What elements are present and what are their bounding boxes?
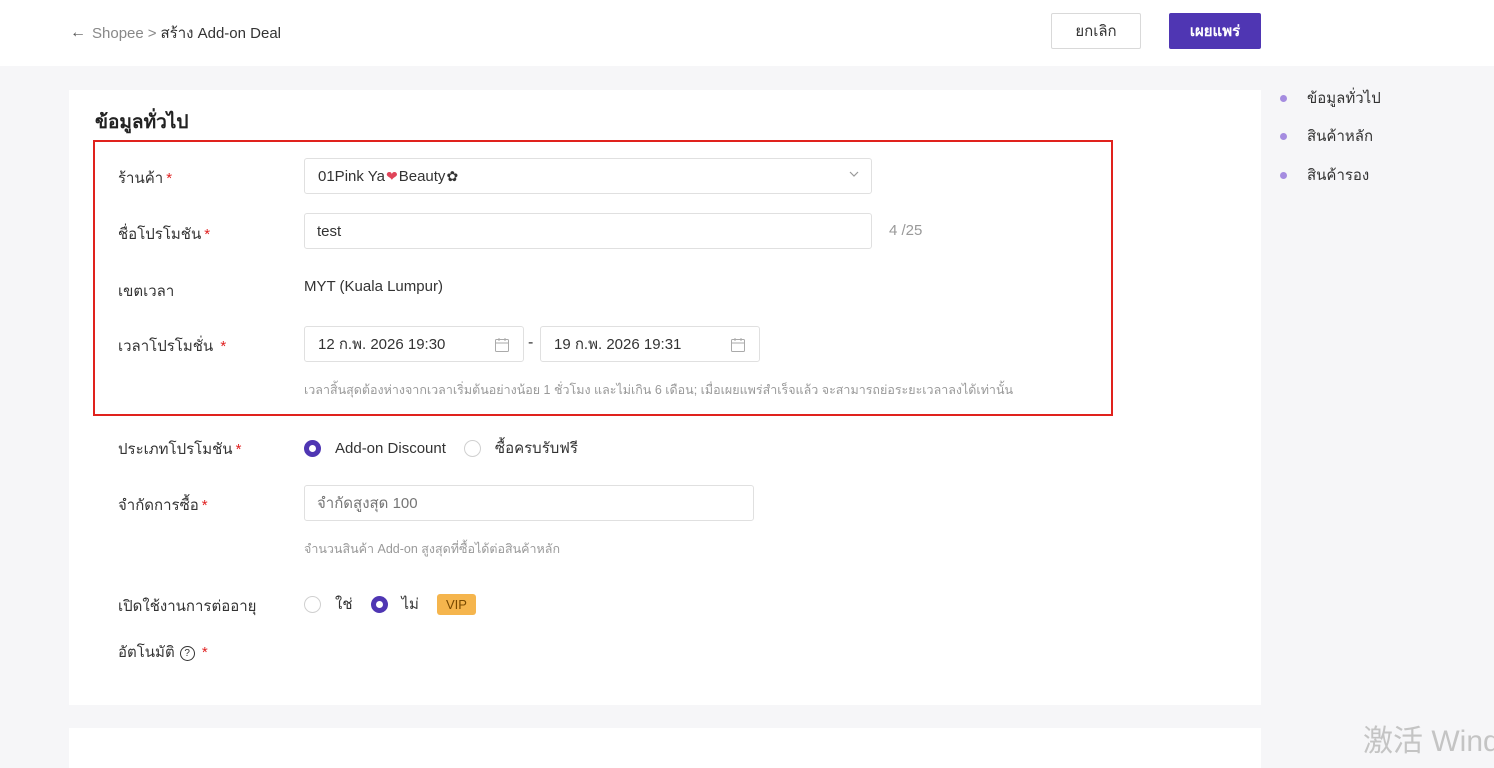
end-date-input[interactable]: 19 ก.พ. 2026 19:31 [540,326,760,362]
back-arrow-icon[interactable]: ← [70,24,86,42]
radio-label-no[interactable]: ไม่ [402,592,419,616]
shop-select-value-prefix: 01Pink Ya [318,167,385,185]
nav-dot-icon [1280,94,1287,102]
side-nav-item-general-info[interactable]: ข้อมูลทั่วไป [1280,86,1381,110]
promo-time-label: เวลาโปรโมชั่น * [118,338,227,355]
vip-badge: VIP [436,593,476,615]
radio-buy-get-free[interactable] [463,439,481,457]
shop-select[interactable]: 01Pink Ya ❤ Beauty ✿ [304,158,872,194]
radio-add-on-discount[interactable] [304,439,321,457]
promo-type-radio-group: Add-on Discount ซื้อครบรับฟรี [304,436,596,460]
required-mark: * [235,441,242,458]
radio-yes[interactable] [304,595,321,613]
breadcrumb: ← Shopee > สร้าง Add-on Deal [70,21,281,45]
start-date-value: 12 ก.พ. 2026 19:30 [318,336,446,353]
purchase-limit-hint: จำนวนสินค้า Add-on สูงสุดที่ซื้อได้ต่อสิ… [304,542,561,556]
chevron-down-icon [849,171,859,177]
date-range-dash: - [528,334,534,351]
promo-name-input[interactable]: test [304,213,872,249]
heart-icon: ❤ [386,167,398,184]
help-icon[interactable]: ? [179,645,195,661]
radio-label-buy-get-free[interactable]: ซื้อครบรับฟรี [495,436,578,460]
next-section-card [69,728,1261,768]
promo-time-hint: เวลาสิ้นสุดต้องห่างจากเวลาเริ่มต้นอย่างน… [304,383,1014,397]
required-mark: * [201,644,208,661]
purchase-limit-input[interactable] [304,485,754,521]
timezone-label: เขตเวลา [118,283,175,300]
side-nav-item-secondary-products[interactable]: สินค้ารอง [1280,163,1369,187]
breadcrumb-separator: > [147,24,157,42]
nav-dot-icon [1280,132,1287,140]
radio-label-yes[interactable]: ใช่ [335,592,353,616]
section-title: ข้อมูลทั่วไป [95,112,189,133]
auto-renew-label-line2: อัตโนมัติ? * [118,644,208,661]
shop-select-value-suffix: Beauty [398,167,446,185]
shop-label: ร้านค้า * [118,170,173,187]
promo-type-label: ประเภทโปรโมชัน * [118,441,242,458]
end-date-value: 19 ก.พ. 2026 19:31 [554,336,682,353]
promo-name-label: ชื่อโปรโมชัน * [118,226,211,243]
auto-renew-radio-group: ใช่ ไม่ VIP [304,592,476,616]
breadcrumb-root[interactable]: Shopee [92,25,144,42]
nav-dot-icon [1280,171,1287,179]
auto-renew-label-line1: เปิดใช้งานการต่ออายุ [118,598,257,615]
required-mark: * [204,226,211,243]
side-nav-item-main-products[interactable]: สินค้าหลัก [1280,124,1373,148]
required-mark: * [220,338,227,355]
radio-label-add-on-discount[interactable]: Add-on Discount [335,440,446,457]
flower-icon: ✿ [446,167,459,184]
calendar-icon [731,338,745,352]
start-date-input[interactable]: 12 ก.พ. 2026 19:30 [304,326,524,362]
cancel-button[interactable]: ยกเลิก [1051,13,1141,49]
required-mark: * [201,497,208,514]
breadcrumb-current: สร้าง Add-on Deal [160,25,281,42]
promo-name-counter: 4 /25 [889,222,923,239]
calendar-icon [495,338,509,352]
promo-name-value: test [317,222,342,240]
windows-activation-watermark: 激活 Wind [1363,725,1494,758]
publish-button[interactable]: เผยแพร่ [1169,13,1261,49]
radio-no[interactable] [370,595,388,613]
timezone-value: MYT (Kuala Lumpur) [304,278,443,295]
purchase-limit-label: จำกัดการซื้อ * [118,497,208,514]
required-mark: * [166,170,173,187]
